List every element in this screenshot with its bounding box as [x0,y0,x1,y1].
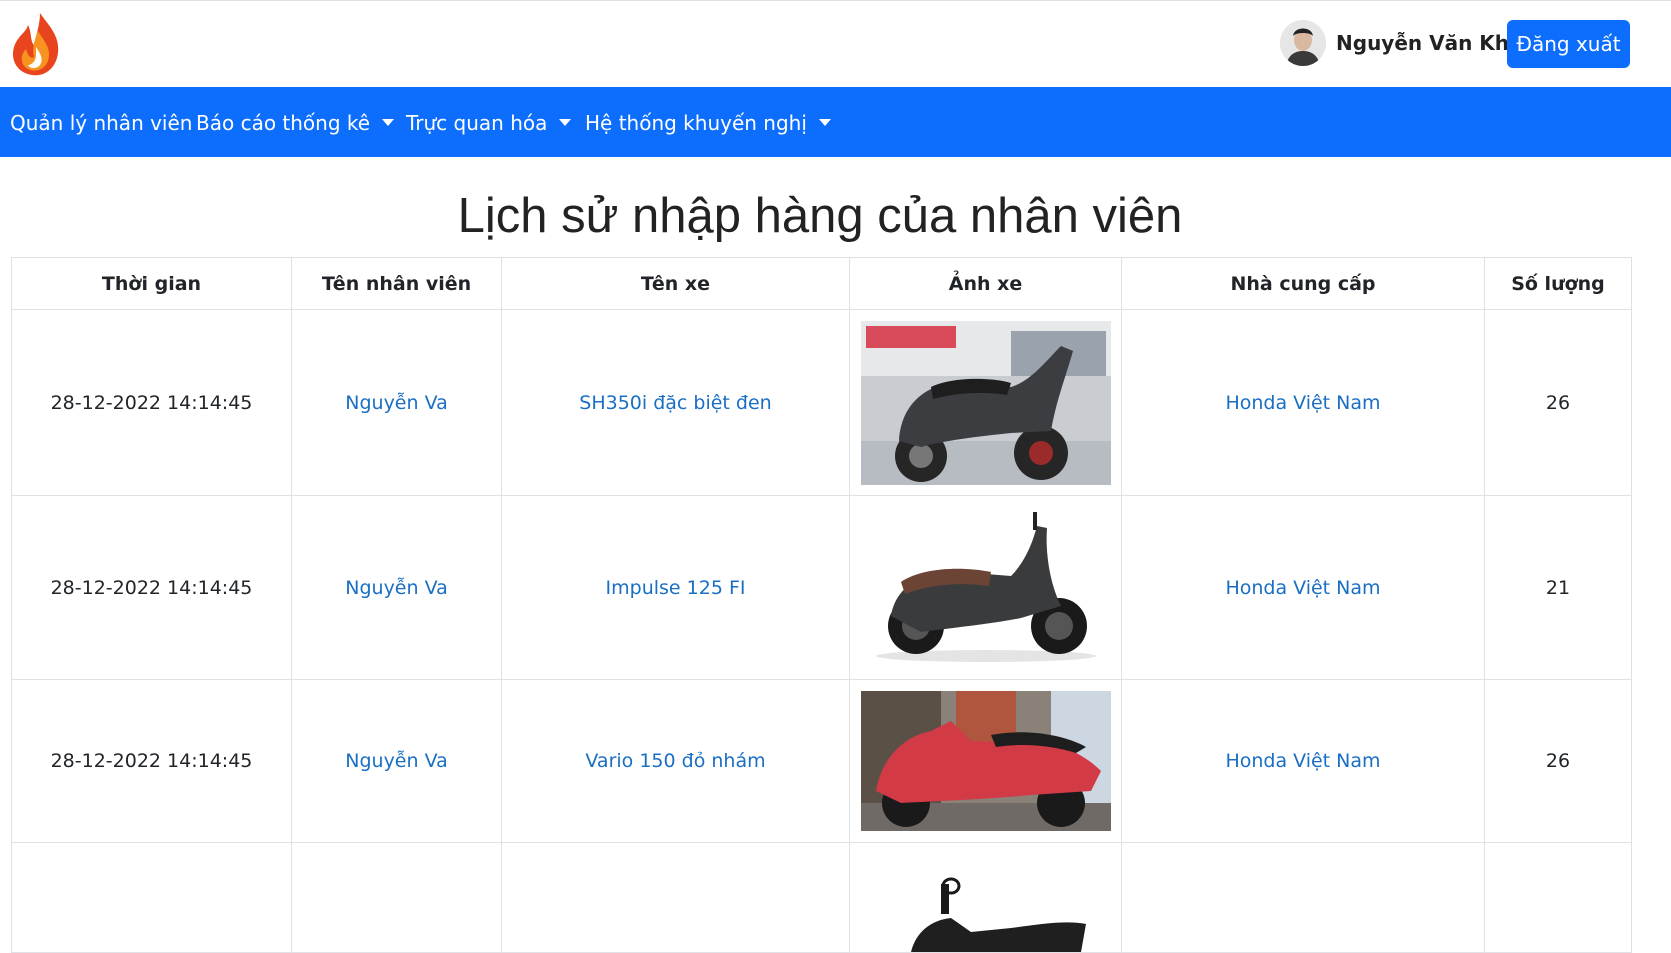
supplier-link[interactable]: Honda Việt Nam [1121,679,1485,843]
nav-item-label: Báo cáo thống kê [196,111,371,135]
top-header: Nguyễn Văn Khánh Đăng xuất [0,0,1671,87]
cell-time: 28-12-2022 14:14:45 [11,309,292,496]
flame-logo-icon[interactable] [10,11,62,79]
cell-time: 28-12-2022 14:14:45 [11,495,292,680]
column-header-employee: Tên nhân viên [291,257,502,310]
caret-down-icon [559,119,572,126]
cell-quantity: 26 [1484,309,1632,496]
nav-item-employee-management[interactable]: Quản lý nhân viên [10,87,192,157]
column-header-quantity: Số lượng [1484,257,1632,310]
bike-name-link[interactable]: Impulse 125 FI [501,495,850,680]
nav-item-label: Quản lý nhân viên [10,111,193,135]
cell-time [11,842,292,953]
bike-image [860,691,1111,831]
nav-item-reports[interactable]: Báo cáo thống kê [196,87,395,157]
supplier-link[interactable] [1121,842,1485,953]
cell-quantity: 21 [1484,495,1632,680]
column-header-bike-image: Ảnh xe [849,257,1122,310]
caret-down-icon [382,119,395,126]
import-history-table: Thời gian Tên nhân viên Tên xe Ảnh xe Nh… [11,257,1632,953]
column-header-time: Thời gian [11,257,292,310]
table-row: 28-12-2022 14:14:45 Nguyễn Va Impulse 12… [11,495,1632,680]
supplier-link[interactable]: Honda Việt Nam [1121,495,1485,680]
nav-item-visualization[interactable]: Trực quan hóa [406,87,572,157]
bike-name-link[interactable]: Vario 150 đỏ nhám [501,679,850,843]
cell-bike-image [849,495,1122,680]
cell-quantity [1484,842,1632,953]
bike-name-link[interactable] [501,842,850,953]
main-navbar: Quản lý nhân viên Báo cáo thống kê Trực … [0,87,1671,157]
cell-bike-image [849,679,1122,843]
nav-item-label: Hệ thống khuyến nghị [585,111,807,135]
table-header-row: Thời gian Tên nhân viên Tên xe Ảnh xe Nh… [11,257,1632,310]
cell-quantity: 26 [1484,679,1632,843]
bike-name-link[interactable]: SH350i đặc biệt đen [501,309,850,496]
employee-link[interactable] [291,842,502,953]
supplier-link[interactable]: Honda Việt Nam [1121,309,1485,496]
avatar [1280,20,1327,66]
cell-bike-image [849,309,1122,496]
caret-down-icon [818,119,831,126]
column-header-bike-name: Tên xe [501,257,850,310]
bike-image [860,320,1111,485]
nav-item-label: Trực quan hóa [406,111,548,135]
table-row [11,842,1632,953]
column-header-supplier: Nhà cung cấp [1121,257,1485,310]
nav-item-recommendation[interactable]: Hệ thống khuyến nghị [585,87,831,157]
employee-link[interactable]: Nguyễn Va [291,309,502,496]
logout-button[interactable]: Đăng xuất [1507,20,1630,68]
bike-image [860,862,1111,952]
cell-bike-image [849,842,1122,953]
table-row: 28-12-2022 14:14:45 Nguyễn Va Vario 150 … [11,679,1632,843]
employee-link[interactable]: Nguyễn Va [291,679,502,843]
employee-link[interactable]: Nguyễn Va [291,495,502,680]
cell-time: 28-12-2022 14:14:45 [11,679,292,843]
bike-image [860,505,1111,670]
table-row: 28-12-2022 14:14:45 Nguyễn Va SH350i đặc… [11,309,1632,496]
page-title: Lịch sử nhập hàng của nhân viên [457,189,1183,243]
